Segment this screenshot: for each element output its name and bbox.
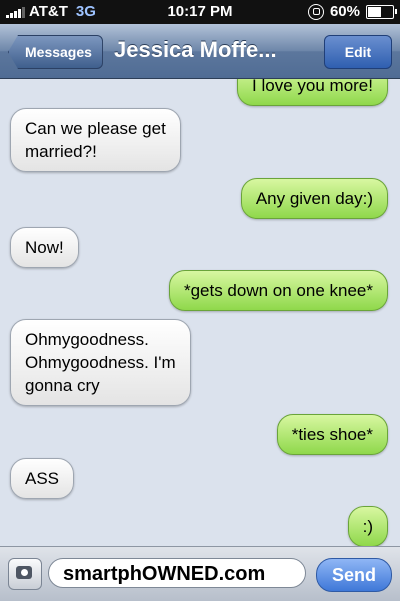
status-bar: AT&T 3G 10:17 PM 60% — [0, 0, 400, 24]
message-bubble-sent[interactable]: *gets down on one knee* — [168, 270, 388, 311]
battery-group: 60% — [307, 3, 397, 20]
send-button[interactable]: Send — [316, 558, 392, 592]
navigation-bar: Messages Jessica Moffe... Edit — [0, 24, 400, 79]
message-bubble-received[interactable]: ASS — [10, 458, 75, 499]
battery-percent: 60% — [329, 3, 360, 20]
camera-button[interactable] — [8, 558, 42, 590]
message-bubble-sent[interactable]: *ties shoe* — [276, 414, 388, 455]
rotation-lock-icon — [307, 3, 324, 20]
back-to-messages-button[interactable]: Messages — [8, 35, 103, 69]
message-bubble-received[interactable]: Ohmygoodness. Ohmygoodness. I'm gonna cr… — [10, 319, 191, 406]
message-thread[interactable]: I love you more! Can we please get marri… — [0, 79, 400, 546]
message-bubble-sent[interactable]: :) — [347, 506, 388, 546]
message-bubble-received[interactable]: Can we please get married?! — [10, 108, 181, 172]
compose-bar: smartphOWNED.com Send — [0, 546, 400, 601]
conversation-title: Jessica Moffe... — [114, 37, 277, 62]
message-bubble-sent[interactable]: I love you more! — [237, 79, 388, 106]
message-bubble-sent[interactable]: Any given day:) — [240, 178, 388, 219]
battery-icon — [366, 4, 397, 19]
camera-icon — [16, 566, 32, 579]
edit-button[interactable]: Edit — [324, 35, 392, 69]
message-bubble-received[interactable]: Now! — [10, 227, 79, 268]
message-input[interactable]: smartphOWNED.com — [48, 558, 306, 588]
